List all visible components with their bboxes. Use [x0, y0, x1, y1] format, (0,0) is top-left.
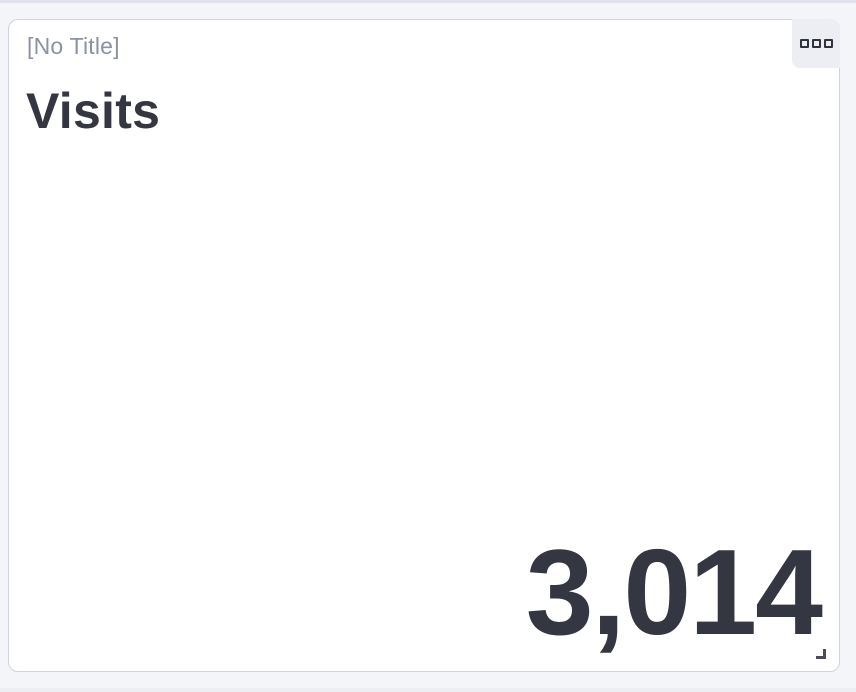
more-options-icon [799, 39, 833, 48]
top-divider [0, 0, 856, 3]
metric-value: 3,014 [525, 524, 823, 660]
metric-label: Visits [26, 83, 161, 139]
next-panel-edge [0, 688, 856, 692]
panel-menu-button[interactable] [792, 19, 840, 68]
panel-title: [No Title] [27, 33, 120, 59]
visits-panel: [No Title] Visits 3,014 [8, 19, 840, 672]
resize-handle-icon[interactable] [816, 649, 826, 659]
